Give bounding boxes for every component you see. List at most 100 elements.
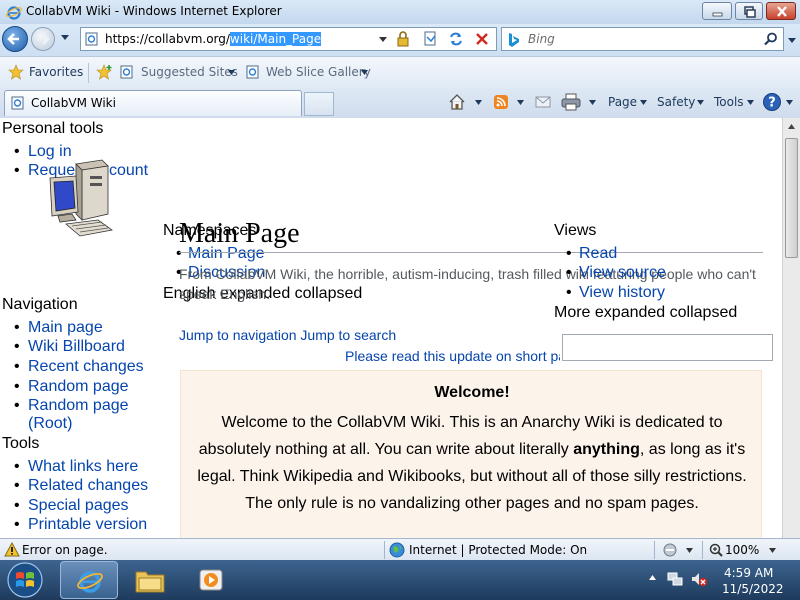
tools-menu[interactable]: Tools <box>714 95 744 109</box>
tools-heading: Tools <box>2 435 40 452</box>
bullet: • <box>14 338 20 355</box>
favorites-button[interactable]: Favorites <box>29 65 83 79</box>
taskbar-ie-button[interactable] <box>60 561 118 599</box>
page-icon <box>120 65 133 79</box>
bing-icon <box>509 33 519 47</box>
media-player-icon <box>199 569 223 591</box>
close-button[interactable] <box>766 2 796 20</box>
forward-button[interactable] <box>31 27 55 51</box>
page-icon <box>11 96 24 110</box>
chevron-down-icon[interactable] <box>639 99 648 106</box>
nav-wiki-billboard-link[interactable]: Wiki Billboard <box>28 338 125 356</box>
bullet: • <box>14 397 20 414</box>
feeds-icon[interactable] <box>493 94 509 110</box>
bullet: • <box>566 284 572 301</box>
navigation-heading: Navigation <box>2 296 78 313</box>
svg-text:?: ? <box>768 96 776 111</box>
network-icon[interactable] <box>666 570 684 588</box>
protected-mode-icon[interactable] <box>662 542 680 558</box>
chevron-down-icon[interactable] <box>746 99 755 106</box>
scroll-thumb[interactable] <box>785 138 798 258</box>
help-icon[interactable]: ? <box>762 92 782 112</box>
page-icon <box>85 32 98 46</box>
clock-time[interactable]: 4:59 AM <box>724 566 773 580</box>
history-dropdown-icon[interactable] <box>60 34 70 42</box>
search-box[interactable]: Bing <box>501 27 784 51</box>
site-logo[interactable] <box>46 158 118 242</box>
clock-date[interactable]: 11/5/2022 <box>722 582 784 596</box>
printable-version-link[interactable]: Printable version <box>28 516 147 534</box>
lock-icon[interactable] <box>394 30 412 48</box>
vertical-scrollbar[interactable] <box>782 118 800 538</box>
chevron-down-icon[interactable] <box>696 99 705 106</box>
divider <box>654 541 655 559</box>
view-history-link[interactable]: View history <box>579 284 665 302</box>
scroll-up-icon[interactable] <box>787 123 796 130</box>
view-source-link[interactable]: View source <box>579 264 666 282</box>
zoom-icon[interactable] <box>709 543 723 557</box>
new-tab-button[interactable] <box>304 92 334 116</box>
welcome-text-bold: anything <box>573 441 640 458</box>
nav-random-page-root-link[interactable]: Random page <box>28 397 129 415</box>
page-menu[interactable]: Page <box>608 95 637 109</box>
page-icon <box>246 65 259 79</box>
search-options-icon[interactable] <box>787 37 797 45</box>
zoom-level[interactable]: 100% <box>725 543 759 557</box>
what-links-here-link[interactable]: What links here <box>28 458 138 476</box>
security-zone[interactable]: Internet | Protected Mode: On <box>409 543 587 557</box>
address-text[interactable]: https://collabvm.org/wiki/Main_Page <box>105 32 322 46</box>
favorites-bar: Favorites Suggested Sites Web Slice Gall… <box>0 56 800 89</box>
bullet: • <box>14 378 20 395</box>
chevron-down-icon[interactable] <box>227 69 236 76</box>
divider <box>384 541 385 559</box>
more-actions-toggle[interactable]: More expanded collapsed <box>554 304 737 322</box>
chevron-down-icon[interactable] <box>360 69 369 76</box>
nav-random-page-root-link-cont[interactable]: (Root) <box>28 415 72 433</box>
ie-logo-icon <box>6 6 22 20</box>
read-mail-icon[interactable] <box>535 95 551 109</box>
taskbar-media-player-button[interactable] <box>182 561 240 599</box>
volume-icon[interactable] <box>690 570 708 588</box>
safety-menu[interactable]: Safety <box>657 95 695 109</box>
nav-recent-changes-link[interactable]: Recent changes <box>28 358 144 376</box>
wiki-search-input[interactable] <box>562 334 773 361</box>
special-pages-link[interactable]: Special pages <box>28 497 129 515</box>
chevron-down-icon[interactable] <box>685 547 694 554</box>
address-dropdown-icon[interactable] <box>378 36 388 44</box>
navigation-bar: https://collabvm.org/wiki/Main_Page Bing <box>0 24 800 56</box>
back-button[interactable] <box>2 26 28 52</box>
status-message[interactable]: Error on page. <box>22 543 108 557</box>
stop-icon[interactable] <box>473 30 491 48</box>
chevron-down-icon[interactable] <box>768 547 777 554</box>
web-slice-gallery-link[interactable]: Web Slice Gallery <box>266 65 371 79</box>
related-changes-link[interactable]: Related changes <box>28 477 148 495</box>
minimize-button[interactable] <box>702 2 732 20</box>
show-hidden-icons[interactable] <box>648 574 657 581</box>
nav-main-page-link[interactable]: Main page <box>28 319 103 337</box>
jump-links[interactable]: Jump to navigation Jump to search <box>179 327 396 343</box>
add-favorites-icon[interactable] <box>96 64 114 80</box>
tab-label: CollabVM Wiki <box>31 96 116 110</box>
address-bar[interactable]: https://collabvm.org/wiki/Main_Page <box>80 27 497 51</box>
chevron-down-icon[interactable] <box>785 99 794 106</box>
read-link[interactable]: Read <box>579 245 617 263</box>
folder-icon <box>135 571 165 593</box>
print-icon[interactable] <box>561 93 581 111</box>
suggested-sites-link[interactable]: Suggested Sites <box>141 65 238 79</box>
search-icon[interactable] <box>764 32 778 46</box>
maximize-button[interactable] <box>735 2 763 20</box>
home-icon[interactable] <box>448 93 466 111</box>
refresh-icon[interactable] <box>447 30 465 48</box>
taskbar-explorer-button[interactable] <box>121 561 179 599</box>
nav-random-page-link[interactable]: Random page <box>28 378 129 396</box>
tab-collabvm-wiki[interactable]: CollabVM Wiki <box>4 90 302 116</box>
compatibility-view-icon[interactable] <box>422 30 440 48</box>
chevron-down-icon[interactable] <box>588 99 597 106</box>
chevron-down-icon[interactable] <box>474 99 483 106</box>
warning-icon[interactable] <box>4 542 20 557</box>
start-button[interactable] <box>2 560 48 600</box>
chevron-down-icon[interactable] <box>516 99 525 106</box>
site-notice[interactable]: Please read this update on short pages. <box>345 348 560 364</box>
status-bar: Error on page. Internet | Protected Mode… <box>0 538 800 561</box>
tab-row: CollabVM Wiki Page Safety Tools ? <box>0 88 800 119</box>
